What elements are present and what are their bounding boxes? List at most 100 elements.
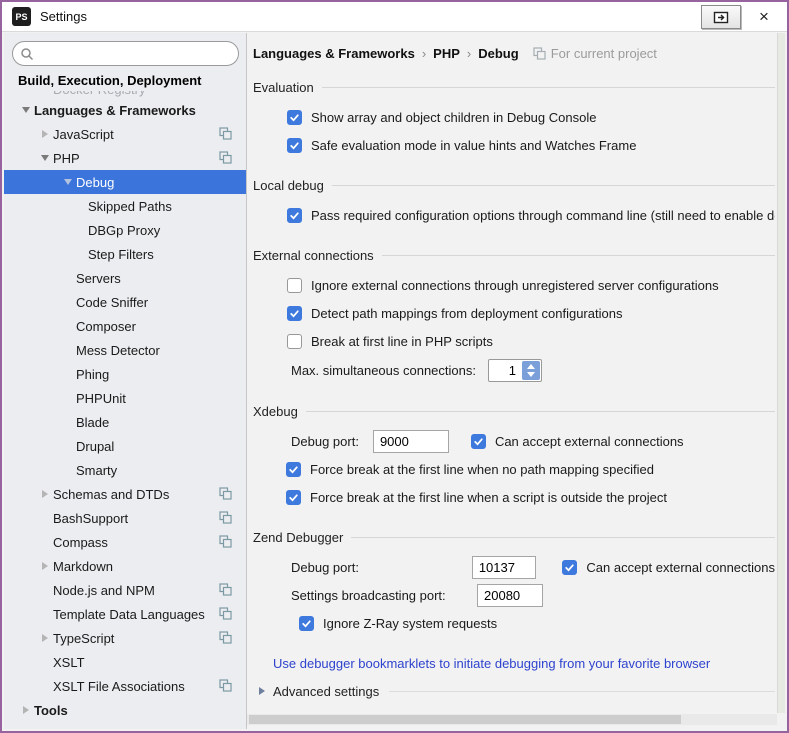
close-button[interactable]: × [753, 6, 775, 28]
arrow-slot[interactable] [37, 130, 53, 138]
sidebar-item-template-data-languages[interactable]: Template Data Languages [4, 602, 246, 626]
text-field[interactable]: 9000 [373, 430, 449, 453]
sidebar-item-php[interactable]: PHP [4, 146, 246, 170]
checkbox-checked[interactable] [286, 490, 301, 505]
scrollbar-thumb[interactable] [249, 715, 681, 724]
stepper-down-icon[interactable] [527, 372, 535, 377]
sidebar-item-label: Phing [76, 367, 109, 382]
checkbox-unchecked[interactable] [287, 334, 302, 349]
sidebar-item-label: Step Filters [88, 247, 154, 262]
sidebar-item-tools[interactable]: Tools [4, 698, 246, 722]
sidebar-item-other-settings[interactable]: Other Settings [4, 722, 246, 729]
section-divider [351, 537, 775, 538]
sidebar-item-smarty[interactable]: Smarty [4, 458, 246, 482]
checkbox-checked[interactable] [471, 434, 486, 449]
sidebar-item-drupal[interactable]: Drupal [4, 434, 246, 458]
section-header-xdebug: Xdebug [253, 401, 775, 421]
checkbox-checked[interactable] [299, 616, 314, 631]
debugger-bookmarklets-link[interactable]: Use debugger bookmarklets to initiate de… [273, 656, 710, 671]
text-field[interactable]: 20080 [477, 584, 543, 607]
titlebar: PS Settings × [2, 2, 787, 32]
section-title: External connections [253, 248, 374, 263]
checkbox-checked[interactable] [562, 560, 577, 575]
settings-sections: EvaluationShow array and object children… [253, 63, 775, 703]
sidebar-item-mess-detector[interactable]: Mess Detector [4, 338, 246, 362]
stepper-buttons[interactable] [522, 361, 540, 380]
section-title: Local debug [253, 178, 324, 193]
text-field[interactable]: 10137 [472, 556, 537, 579]
section-rows: Pass required configuration options thro… [253, 201, 775, 229]
arrow-slot[interactable] [37, 634, 53, 642]
sidebar-item-code-sniffer[interactable]: Code Sniffer [4, 290, 246, 314]
settings-window: PS Settings × Docker Registry [0, 0, 789, 733]
sidebar-item-label: Drupal [76, 439, 114, 454]
sidebar-item-label: TypeScript [53, 631, 114, 646]
chevron-right-icon [259, 687, 265, 695]
sidebar-item-step-filters[interactable]: Step Filters [4, 242, 246, 266]
checkbox-checked[interactable] [287, 110, 302, 125]
quantity-stepper[interactable]: 1 [488, 359, 542, 382]
sidebar-item-dbgp-proxy[interactable]: DBGp Proxy [4, 218, 246, 242]
tree-group-header[interactable]: Build, Execution, Deployment [4, 69, 246, 91]
checkbox-label: Force break at the first line when no pa… [310, 462, 654, 477]
sidebar-item-label: Node.js and NPM [53, 583, 155, 598]
section-rows: Debug port:10137Can accept external conn… [253, 553, 775, 637]
breadcrumb-item[interactable]: PHP [433, 46, 460, 61]
breadcrumb-item[interactable]: Languages & Frameworks [253, 46, 415, 61]
checkbox-row: Break at first line in PHP scripts [253, 327, 775, 355]
sidebar-item-label: Languages & Frameworks [34, 103, 196, 118]
checkbox-row: Detect path mappings from deployment con… [253, 299, 775, 327]
horizontal-scrollbar[interactable] [247, 714, 777, 725]
sidebar-item-label: Tools [34, 703, 68, 718]
sidebar-item-markdown[interactable]: Markdown [4, 554, 246, 578]
sidebar-item-xslt-file-associations[interactable]: XSLT File Associations [4, 674, 246, 698]
sidebar-item-compass[interactable]: Compass [4, 530, 246, 554]
sidebar-item-debug[interactable]: Debug [4, 170, 246, 194]
chevron-down-icon [22, 107, 30, 113]
sidebar-item-blade[interactable]: Blade [4, 410, 246, 434]
project-copy-icon [219, 127, 232, 143]
breadcrumb-item[interactable]: Debug [478, 46, 518, 61]
checkbox-unchecked[interactable] [287, 278, 302, 293]
sidebar-item-skipped-paths[interactable]: Skipped Paths [4, 194, 246, 218]
checkbox-checked[interactable] [287, 138, 302, 153]
checkbox-checked[interactable] [286, 462, 301, 477]
section-rows: Ignore external connections through unre… [253, 271, 775, 385]
sidebar-item-typescript[interactable]: TypeScript [4, 626, 246, 650]
arrow-slot[interactable] [60, 179, 76, 185]
sidebar-item-javascript[interactable]: JavaScript [4, 122, 246, 146]
sidebar-item-phpunit[interactable]: PHPUnit [4, 386, 246, 410]
sidebar-item-languages-frameworks[interactable]: Languages & Frameworks [4, 98, 246, 122]
for-current-project-label: For current project [551, 46, 657, 61]
chevron-right-icon [42, 634, 48, 642]
sidebar-item-schemas-and-dtds[interactable]: Schemas and DTDs [4, 482, 246, 506]
section-rows: Show array and object children in Debug … [253, 103, 775, 159]
arrow-slot[interactable] [37, 562, 53, 570]
sidebar-item-xslt[interactable]: XSLT [4, 650, 246, 674]
advanced-settings-row[interactable]: Advanced settings [253, 679, 775, 703]
sidebar-item-label: Skipped Paths [88, 199, 172, 214]
arrow-slot[interactable] [37, 490, 53, 498]
sidebar-item-label: Schemas and DTDs [53, 487, 169, 502]
vertical-scrollbar[interactable] [777, 33, 785, 713]
arrow-slot[interactable] [37, 155, 53, 161]
section-divider [382, 255, 775, 256]
arrow-slot[interactable] [18, 706, 34, 714]
checkbox-label: Force break at the first line when a scr… [310, 490, 667, 505]
sidebar-item-bashsupport[interactable]: BashSupport [4, 506, 246, 530]
sidebar-item-servers[interactable]: Servers [4, 266, 246, 290]
stepper-value[interactable]: 1 [489, 360, 521, 381]
dock-window-button[interactable] [701, 5, 741, 29]
sidebar-item-composer[interactable]: Composer [4, 314, 246, 338]
sidebar-item-phing[interactable]: Phing [4, 362, 246, 386]
checkbox-checked[interactable] [287, 208, 302, 223]
stepper-up-icon[interactable] [527, 364, 535, 369]
dialog-body: Docker Registry Build, Execution, Deploy… [4, 33, 785, 729]
project-copy-icon [219, 631, 232, 647]
checkbox-label: Ignore Z-Ray system requests [323, 616, 497, 631]
arrow-slot[interactable] [18, 107, 34, 113]
sidebar-item-label: Composer [76, 319, 136, 334]
checkbox-checked[interactable] [287, 306, 302, 321]
field-label: Settings broadcasting port: [291, 588, 477, 603]
sidebar-item-node-js-and-npm[interactable]: Node.js and NPM [4, 578, 246, 602]
